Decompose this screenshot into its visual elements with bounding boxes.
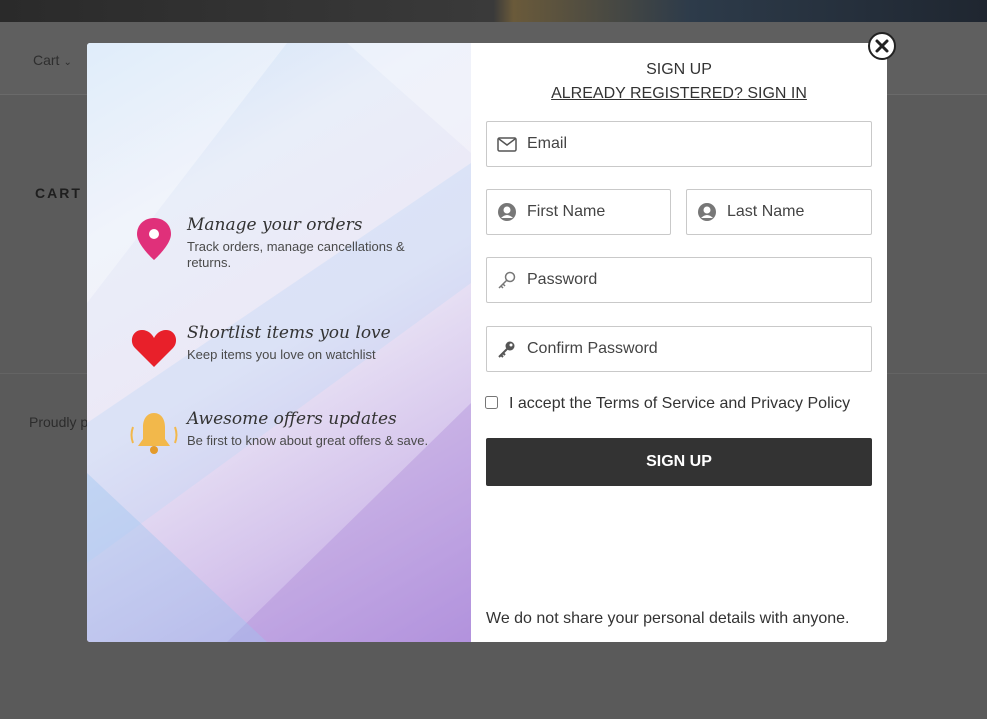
last-name-input[interactable] bbox=[727, 190, 863, 234]
confirm-password-field[interactable] bbox=[486, 326, 872, 372]
signup-form: SIGN UP ALREADY REGISTERED? SIGN IN Emai… bbox=[471, 43, 887, 642]
close-icon bbox=[875, 39, 889, 53]
promo-panel: Manage your orders Track orders, manage … bbox=[87, 43, 471, 642]
key-icon bbox=[498, 271, 516, 289]
page-heading: CART bbox=[35, 185, 82, 201]
email-field[interactable] bbox=[486, 121, 872, 167]
promo-item-offers: Awesome offers updates Be first to know … bbox=[87, 409, 471, 479]
promo-desc: Be first to know about great offers & sa… bbox=[187, 433, 429, 448]
user-icon bbox=[498, 203, 516, 221]
signup-modal: Manage your orders Track orders, manage … bbox=[87, 43, 887, 642]
terms-checkbox[interactable] bbox=[485, 396, 498, 409]
promo-title: Manage your orders bbox=[187, 215, 363, 235]
heart-icon bbox=[131, 330, 177, 367]
nav-cart-label: Cart bbox=[33, 52, 60, 68]
close-button[interactable] bbox=[868, 32, 896, 60]
user-icon bbox=[698, 203, 716, 221]
password-field[interactable] bbox=[486, 257, 872, 303]
promo-desc: Track orders, manage cancellations & ret… bbox=[187, 239, 405, 270]
promo-title: Awesome offers updates bbox=[187, 409, 397, 429]
nav-cart-menu[interactable]: Cart ⌄ bbox=[33, 52, 72, 68]
top-banner bbox=[0, 0, 987, 22]
password-input[interactable] bbox=[527, 258, 863, 302]
signin-link[interactable]: ALREADY REGISTERED? SIGN IN bbox=[471, 85, 887, 103]
bell-icon bbox=[130, 413, 178, 454]
envelope-icon bbox=[497, 137, 517, 152]
email-input[interactable] bbox=[527, 122, 863, 166]
promo-item-shortlist: Shortlist items you love Keep items you … bbox=[87, 323, 471, 393]
privacy-note: We do not share your personal details wi… bbox=[486, 610, 850, 627]
key-icon bbox=[498, 341, 515, 358]
terms-label: I accept the Terms of Service and Privac… bbox=[509, 395, 851, 412]
promo-title: Shortlist items you love bbox=[187, 323, 391, 343]
first-name-field[interactable] bbox=[486, 189, 671, 235]
chevron-down-icon: ⌄ bbox=[63, 57, 72, 68]
form-title: SIGN UP bbox=[646, 61, 712, 78]
confirm-password-input[interactable] bbox=[527, 327, 863, 371]
location-pin-icon bbox=[137, 218, 171, 260]
promo-item-orders: Manage your orders Track orders, manage … bbox=[87, 215, 471, 285]
footer-credit: Proudly p bbox=[29, 414, 89, 430]
signup-button[interactable]: SIGN UP bbox=[486, 438, 872, 486]
first-name-input[interactable] bbox=[527, 190, 662, 234]
promo-desc: Keep items you love on watchlist bbox=[187, 347, 376, 362]
last-name-field[interactable] bbox=[686, 189, 872, 235]
